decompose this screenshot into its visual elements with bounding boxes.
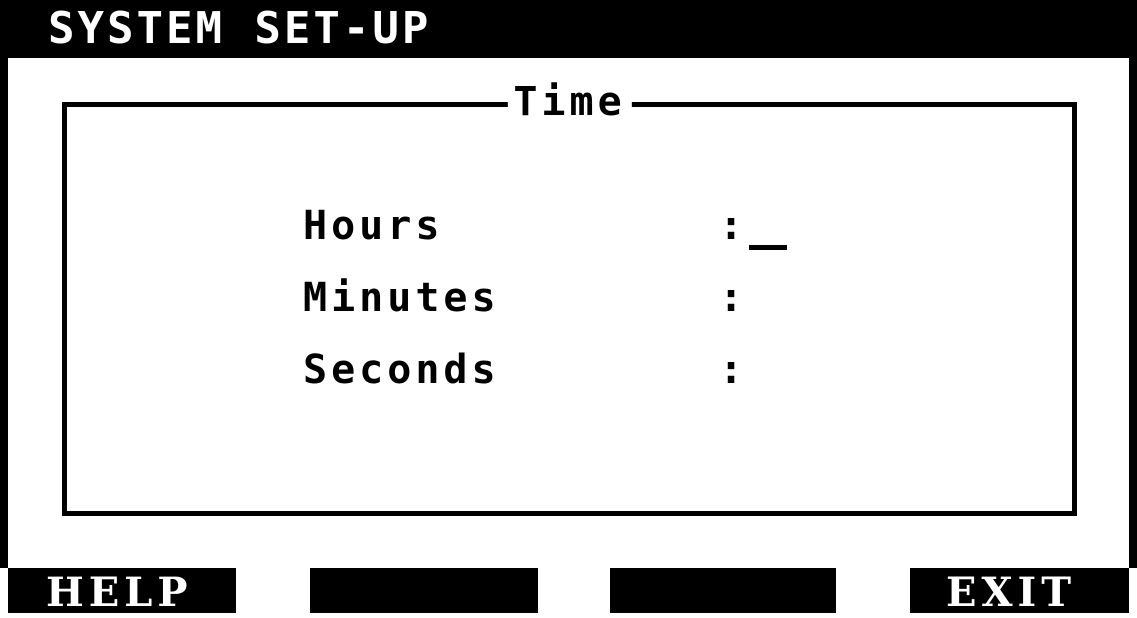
title-bar: SYSTEM SET-UP [8,0,1129,58]
exit-button[interactable]: EXIT [910,568,1129,616]
hours-label: Hours [303,203,444,249]
minutes-input[interactable] [749,281,869,319]
content-area: Time Hours : Minutes : Seconds : [8,58,1129,568]
seconds-row: Seconds : [303,345,903,395]
minutes-label: Minutes [303,275,500,321]
help-button[interactable]: HELP [8,568,236,616]
frame-title: Time [507,77,632,127]
text-cursor [749,245,787,250]
window-title: SYSTEM SET-UP [48,3,432,54]
function-key-2[interactable] [310,568,538,613]
terminal-screen: SYSTEM SET-UP Time Hours : Minutes : Sec… [0,0,1137,616]
hours-input[interactable] [749,209,869,247]
hours-row: Hours : [303,201,903,251]
minutes-row: Minutes : [303,273,903,323]
seconds-label: Seconds [303,347,500,393]
function-key-3[interactable] [610,568,836,613]
minutes-colon: : [719,275,744,321]
function-key-bar: HELP EXIT [0,568,1137,616]
time-frame: Time Hours : Minutes : Seconds : [62,77,1077,516]
seconds-input[interactable] [749,353,869,391]
seconds-colon: : [719,347,744,393]
hours-colon: : [719,203,744,249]
